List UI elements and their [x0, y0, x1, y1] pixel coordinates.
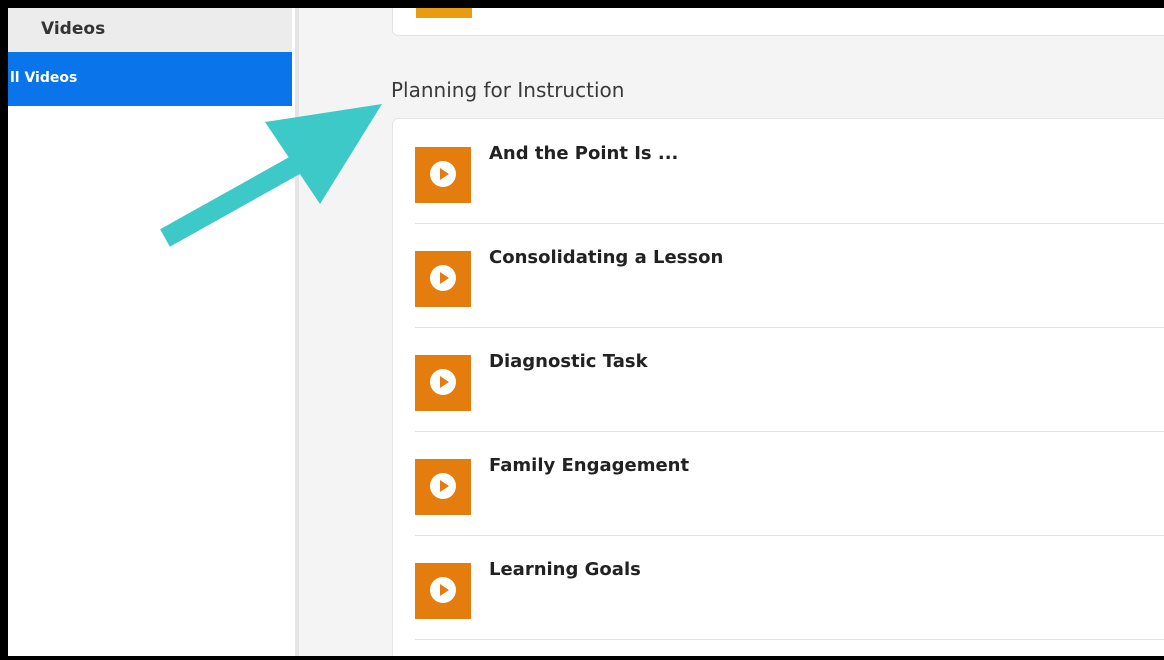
- sidebar-item-all-videos[interactable]: ll Videos: [8, 52, 292, 106]
- play-icon[interactable]: [415, 563, 471, 619]
- list-item[interactable]: And the Point Is ...: [415, 119, 1164, 224]
- video-title[interactable]: Diagnostic Task: [489, 351, 648, 372]
- section-title: Planning for Instruction: [391, 78, 625, 102]
- video-title[interactable]: And the Point Is ...: [489, 143, 678, 164]
- previous-video-card[interactable]: [392, 8, 1164, 36]
- list-item[interactable]: Consolidating a Lesson: [415, 223, 1164, 328]
- play-icon[interactable]: [415, 251, 471, 307]
- sidebar: Videos ll Videos: [8, 8, 296, 656]
- sidebar-item-label: Videos: [41, 19, 106, 39]
- list-item[interactable]: Family Engagement: [415, 431, 1164, 536]
- play-icon: [416, 8, 472, 18]
- sidebar-item-label: ll Videos: [10, 70, 78, 86]
- list-item[interactable]: Learning Goals: [415, 535, 1164, 640]
- list-item[interactable]: Diagnostic Task: [415, 327, 1164, 432]
- video-title[interactable]: Learning Goals: [489, 559, 641, 580]
- sidebar-divider: [295, 8, 299, 656]
- play-icon[interactable]: [415, 459, 471, 515]
- video-title[interactable]: Consolidating a Lesson: [489, 247, 723, 268]
- play-icon[interactable]: [415, 147, 471, 203]
- app-window: Videos ll Videos Planning for Instructio…: [8, 8, 1164, 656]
- video-list: And the Point Is ... Consolidating a Les…: [392, 118, 1164, 656]
- video-title[interactable]: Family Engagement: [489, 455, 689, 476]
- play-icon[interactable]: [415, 355, 471, 411]
- sidebar-item-videos[interactable]: Videos: [8, 8, 292, 52]
